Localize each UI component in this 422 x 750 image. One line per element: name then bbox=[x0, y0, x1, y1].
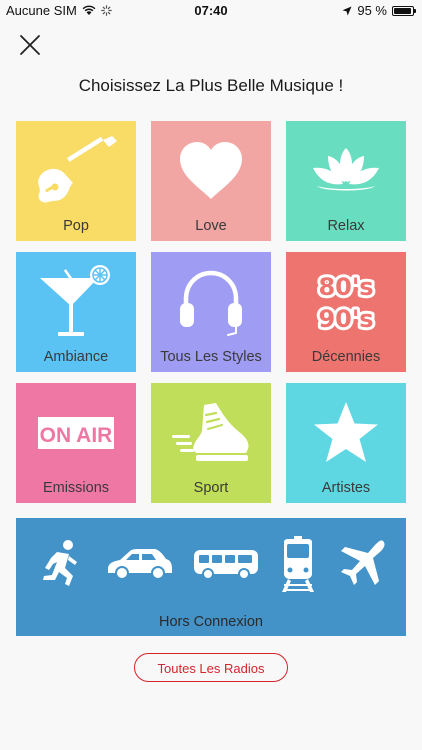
offline-tile[interactable]: Hors Connexion bbox=[16, 518, 406, 636]
tile-label: Tous Les Styles bbox=[160, 349, 262, 365]
star-icon bbox=[314, 402, 378, 462]
tile-label: Pop bbox=[63, 218, 89, 234]
tile-label: Artistes bbox=[321, 480, 371, 496]
category-tile-love[interactable]: Love bbox=[151, 121, 271, 241]
status-bar: Aucune SIM 07:40 95 % bbox=[0, 0, 422, 22]
bus-icon bbox=[193, 550, 258, 580]
category-tile-all-styles[interactable]: Tous Les Styles bbox=[151, 252, 271, 372]
tile-label: Sport bbox=[193, 480, 229, 496]
tile-label: Relax bbox=[327, 218, 365, 234]
cocktail-icon bbox=[40, 265, 110, 336]
category-tile-sport[interactable]: Sport bbox=[151, 383, 271, 503]
category-tile-relax[interactable]: Relax bbox=[286, 121, 406, 241]
decade-90s-text: 90's bbox=[318, 305, 373, 333]
plane-icon bbox=[340, 540, 385, 585]
on-air-icon: ON AIR bbox=[38, 417, 114, 449]
tile-label: Emissions bbox=[42, 480, 110, 496]
headphones-icon bbox=[180, 270, 242, 336]
category-tile-emissions[interactable]: ON AIR Emissions bbox=[16, 383, 136, 503]
battery-percentage: 95 % bbox=[357, 3, 387, 18]
category-tile-artists[interactable]: Artistes bbox=[286, 383, 406, 503]
on-air-text: ON AIR bbox=[40, 424, 113, 447]
category-tile-ambiance[interactable]: Ambiance bbox=[16, 252, 136, 372]
decades-icon: 80's 90's bbox=[315, 270, 376, 335]
train-icon bbox=[282, 536, 315, 592]
car-icon bbox=[107, 549, 172, 580]
offline-label: Hors Connexion bbox=[159, 614, 263, 630]
lotus-icon bbox=[313, 148, 379, 191]
page-title: Choisissez La Plus Belle Musique ! bbox=[78, 76, 344, 95]
tile-label: Ambiance bbox=[43, 349, 109, 365]
battery-icon bbox=[392, 5, 416, 16]
sneaker-icon bbox=[172, 403, 249, 461]
runner-icon bbox=[43, 540, 78, 586]
tile-label: Décennies bbox=[311, 349, 381, 365]
tile-label: Love bbox=[195, 218, 227, 234]
close-icon[interactable] bbox=[18, 33, 42, 57]
category-tile-pop[interactable]: Pop bbox=[16, 121, 136, 241]
all-radios-button[interactable]: Toutes Les Radios bbox=[134, 653, 288, 682]
guitar-icon bbox=[38, 136, 117, 203]
category-tile-decades[interactable]: 80's 90's Décennies bbox=[286, 252, 406, 372]
location-arrow-icon bbox=[342, 6, 352, 15]
heart-icon bbox=[180, 142, 242, 199]
decade-80s-text: 80's bbox=[318, 273, 373, 301]
